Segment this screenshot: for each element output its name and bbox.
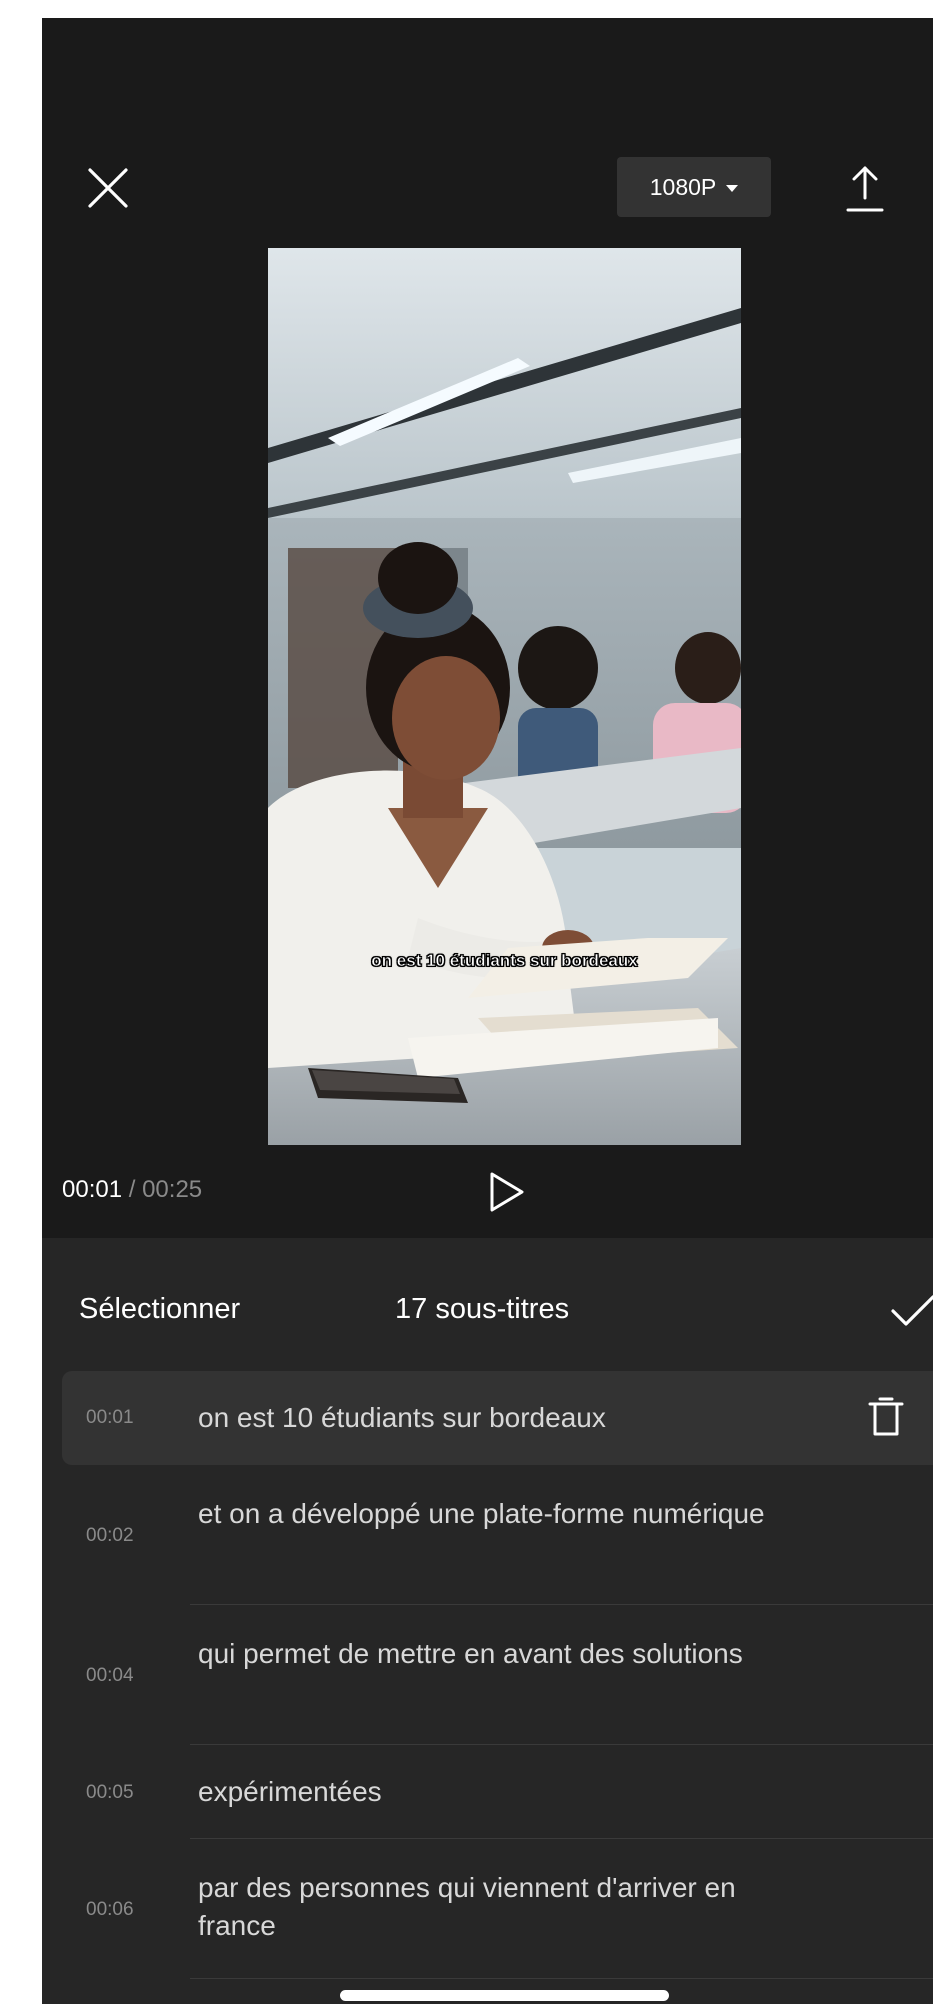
- subtitle-row[interactable]: 00:05 expérimentées: [62, 1745, 933, 1839]
- subtitle-text[interactable]: par des personnes qui viennent d'arriver…: [198, 1869, 818, 1945]
- video-caption-overlay: on est 10 étudiants sur bordeaux: [371, 951, 638, 971]
- subtitle-timestamp: 00:01: [86, 1407, 134, 1428]
- subtitle-text[interactable]: et on a développé une plate-forme numéri…: [198, 1495, 818, 1533]
- playback-time: 00:01 / 00:25: [62, 1176, 202, 1204]
- select-button[interactable]: Sélectionner: [79, 1293, 240, 1326]
- resolution-label: 1080P: [649, 173, 717, 200]
- subtitle-row[interactable]: 00:06 par des personnes qui viennent d'a…: [62, 1839, 933, 1979]
- subtitle-text[interactable]: expérimentées: [198, 1773, 818, 1811]
- total-time: 00:25: [142, 1176, 203, 1203]
- play-icon: [490, 1172, 524, 1212]
- trash-icon: [868, 1397, 904, 1436]
- subtitle-row[interactable]: 00:01 on est 10 étudiants sur bordeaux: [62, 1371, 933, 1465]
- video-preview[interactable]: on est 10 étudiants sur bordeaux: [268, 248, 741, 1145]
- current-time: 00:01: [62, 1176, 123, 1203]
- home-indicator[interactable]: [340, 1990, 669, 2001]
- close-icon: [88, 168, 128, 208]
- subtitle-text[interactable]: on est 10 étudiants sur bordeaux: [198, 1399, 818, 1437]
- subtitle-timestamp: 00:02: [86, 1525, 134, 1546]
- export-button[interactable]: [845, 164, 885, 216]
- play-button[interactable]: [487, 1170, 527, 1214]
- subtitle-text[interactable]: qui permet de mettre en avant des soluti…: [198, 1635, 818, 1673]
- close-button[interactable]: [86, 166, 130, 210]
- subtitles-panel: Sélectionner 17 sous-titres 00:01 on est…: [42, 1238, 933, 2004]
- resolution-dropdown[interactable]: 1080P: [617, 157, 771, 217]
- subtitle-row[interactable]: 00:02 et on a développé une plate-forme …: [62, 1465, 933, 1605]
- subtitle-timestamp: 00:06: [86, 1899, 134, 1920]
- checkmark-icon: [891, 1295, 933, 1326]
- subtitle-timestamp: 00:05: [86, 1782, 134, 1803]
- video-frame-image: [268, 248, 741, 1145]
- confirm-button[interactable]: [890, 1294, 933, 1328]
- time-separator: /: [122, 1176, 143, 1203]
- subtitle-count: 17 sous-titres: [395, 1293, 570, 1325]
- delete-subtitle-button[interactable]: [868, 1397, 904, 1437]
- subtitle-timestamp: 00:04: [86, 1665, 134, 1686]
- row-divider: [190, 1978, 933, 1979]
- upload-icon: [846, 166, 884, 212]
- subtitle-editor-screen: 1080P on est 10 étudiants sur bordeaux 0…: [42, 18, 933, 2004]
- caret-down-icon: [726, 184, 739, 192]
- subtitle-row[interactable]: 00:04 qui permet de mettre en avant des …: [62, 1605, 933, 1745]
